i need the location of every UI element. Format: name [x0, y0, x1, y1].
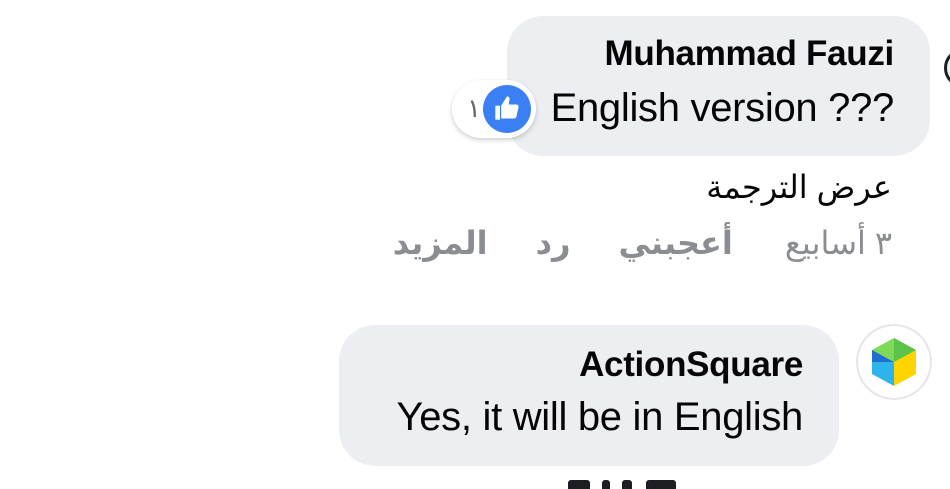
comment-author[interactable]: ActionSquare [579, 345, 803, 385]
reply-button[interactable]: رد [536, 224, 571, 262]
see-translation-link[interactable] [560, 480, 700, 489]
comment-actions: ٣ أسابيع أعجبني رد المزيد [393, 224, 892, 262]
avatar[interactable] [858, 326, 930, 398]
reaction-count: ١ [467, 93, 481, 123]
actionsquare-logo-icon [872, 338, 916, 386]
comment-bubble[interactable]: ActionSquare Yes, it will be in English [339, 325, 839, 466]
comment-bubble[interactable]: Muhammad Fauzi English version ??? [507, 16, 930, 156]
comment-text: Yes, it will be in English [396, 395, 804, 439]
more-button[interactable]: المزيد [393, 224, 488, 262]
avatar[interactable] [944, 48, 950, 88]
reaction-summary[interactable]: ١ [452, 80, 536, 138]
comment-author[interactable]: Muhammad Fauzi [605, 34, 895, 74]
comment-text: English version ??? [550, 86, 895, 130]
see-translation-link[interactable]: عرض الترجمة [706, 168, 892, 206]
like-button[interactable]: أعجبني [618, 224, 732, 262]
comment-timestamp[interactable]: ٣ أسابيع [785, 224, 892, 262]
like-icon [483, 85, 531, 133]
